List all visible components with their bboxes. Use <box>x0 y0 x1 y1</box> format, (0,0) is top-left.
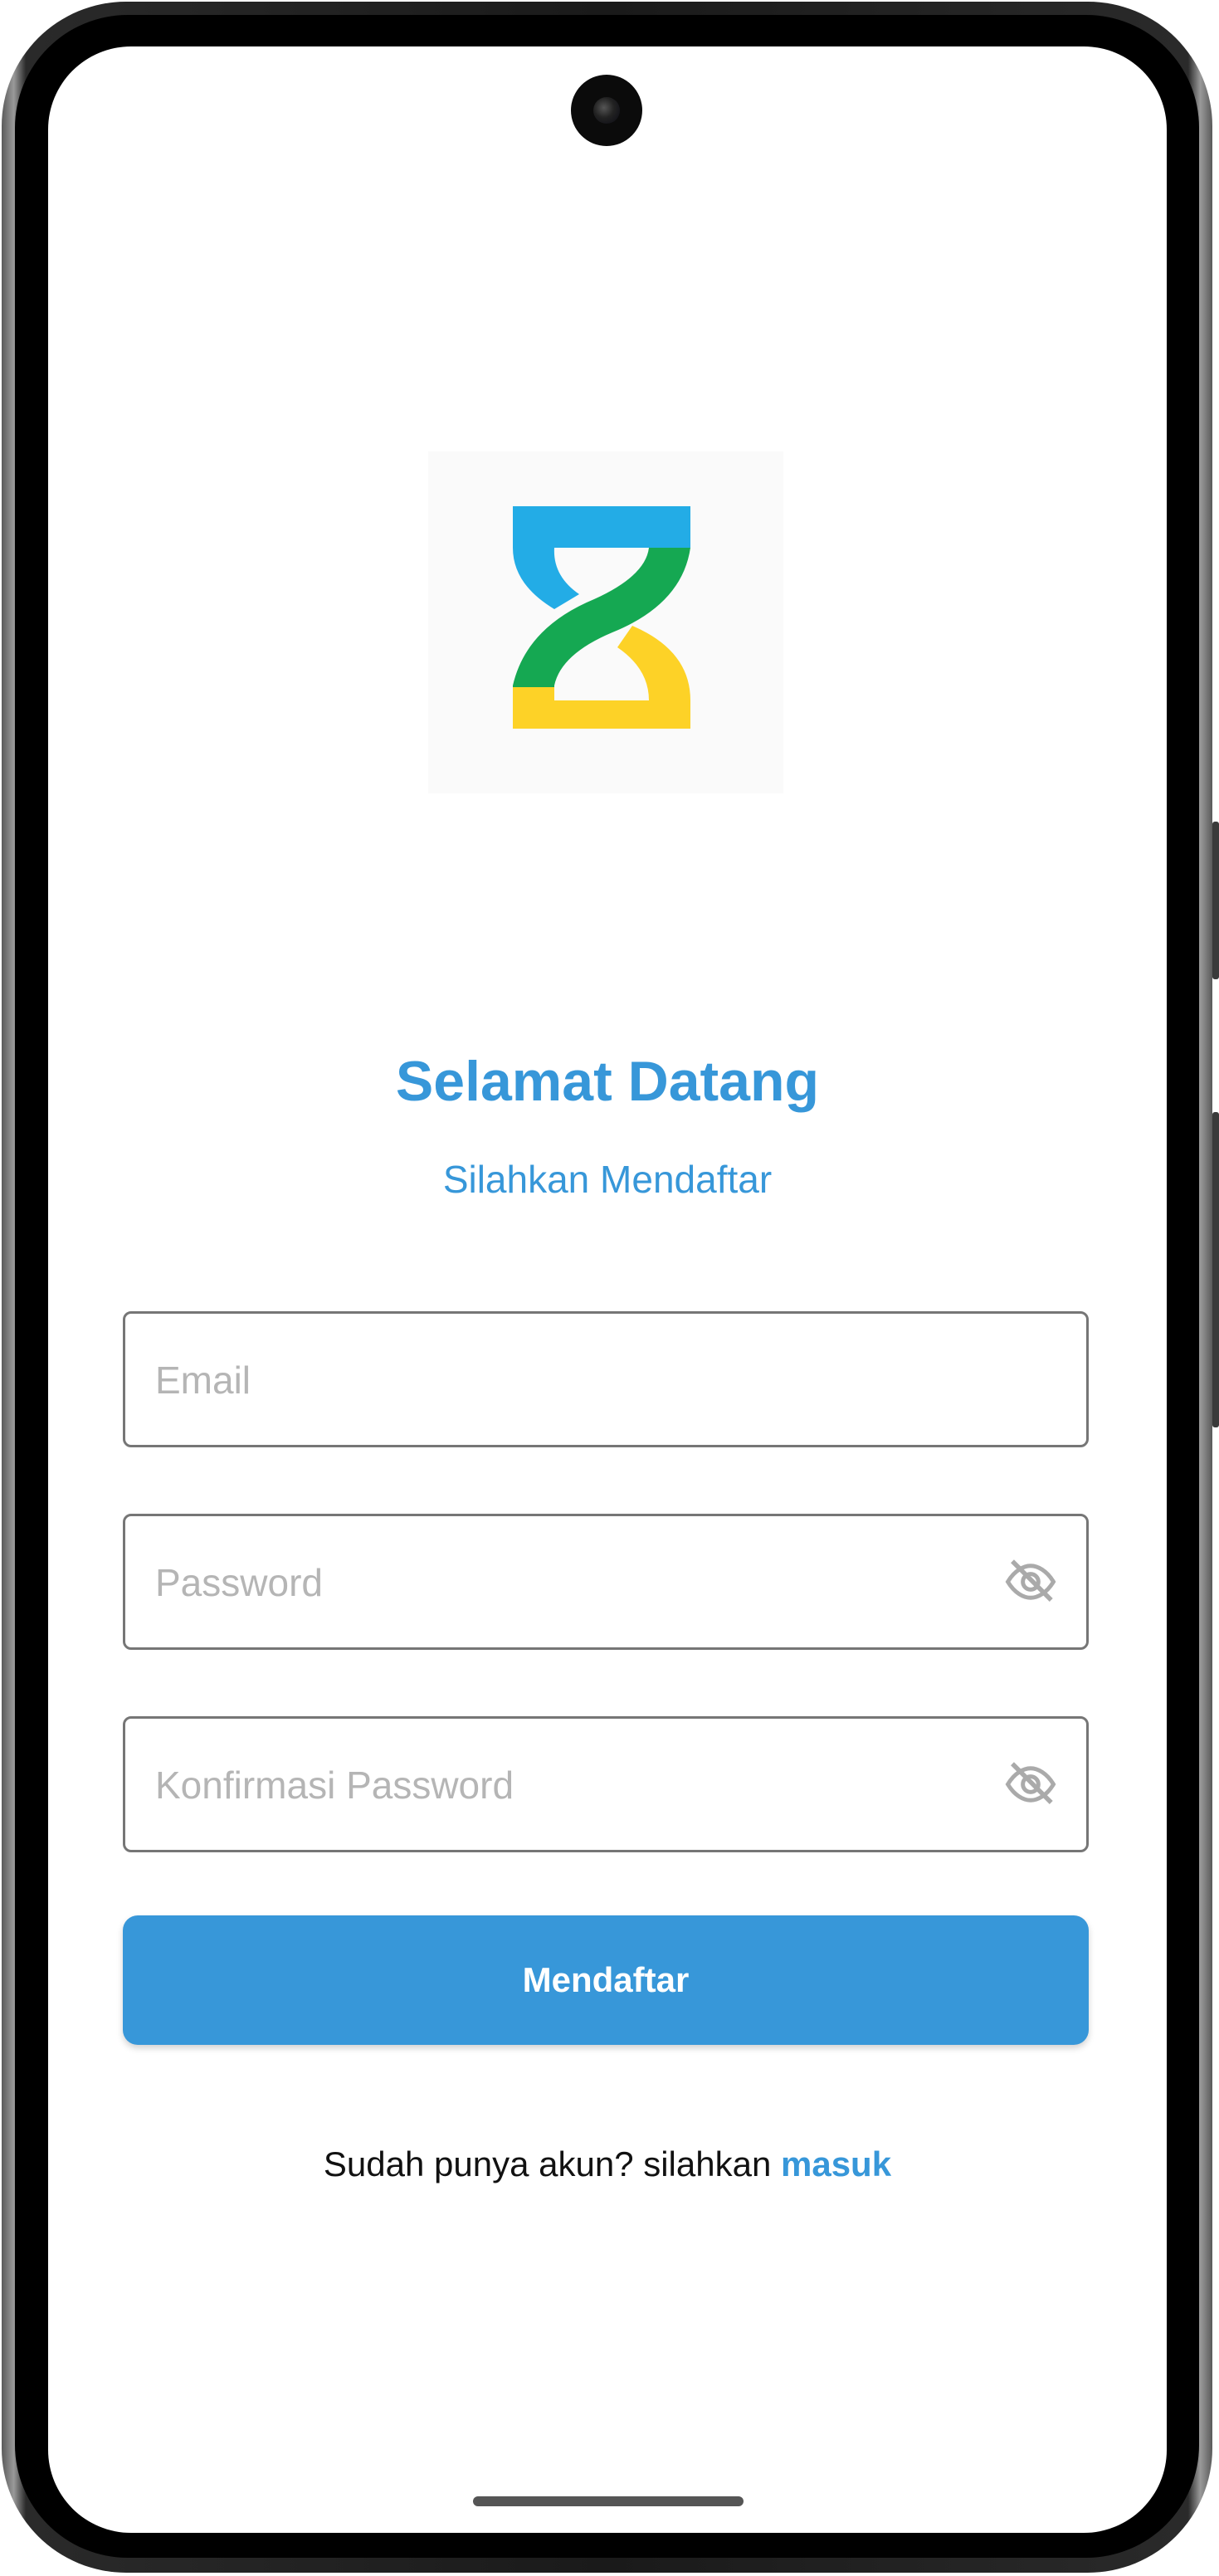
volume-button <box>1212 822 1219 979</box>
eye-off-icon[interactable] <box>1003 1554 1058 1609</box>
phone-frame: Selamat Datang Silahkan Mendaftar Mendaf… <box>0 0 1219 2576</box>
confirm-password-field[interactable] <box>123 1716 1089 1852</box>
home-indicator[interactable] <box>473 2496 744 2506</box>
login-prompt: Sudah punya akun? silahkan masuk <box>48 2144 1167 2184</box>
front-camera <box>571 75 642 146</box>
app-screen: Selamat Datang Silahkan Mendaftar Mendaf… <box>48 46 1167 2533</box>
email-input[interactable] <box>154 1314 987 1447</box>
email-field[interactable] <box>123 1311 1089 1447</box>
login-prompt-text: Sudah punya akun? silahkan <box>323 2144 781 2183</box>
camera-lens <box>593 97 620 124</box>
password-field[interactable] <box>123 1514 1089 1650</box>
eye-off-icon[interactable] <box>1003 1757 1058 1812</box>
app-logo <box>428 451 783 793</box>
power-button <box>1212 1112 1219 1427</box>
register-button[interactable]: Mendaftar <box>123 1915 1089 2045</box>
confirm-password-input[interactable] <box>154 1719 987 1852</box>
welcome-subtitle: Silahkan Mendaftar <box>442 1158 773 1201</box>
password-input[interactable] <box>154 1516 987 1649</box>
hourglass-logo-icon <box>513 506 690 729</box>
welcome-title: Selamat Datang <box>395 1050 820 1113</box>
login-link[interactable]: masuk <box>781 2144 891 2183</box>
